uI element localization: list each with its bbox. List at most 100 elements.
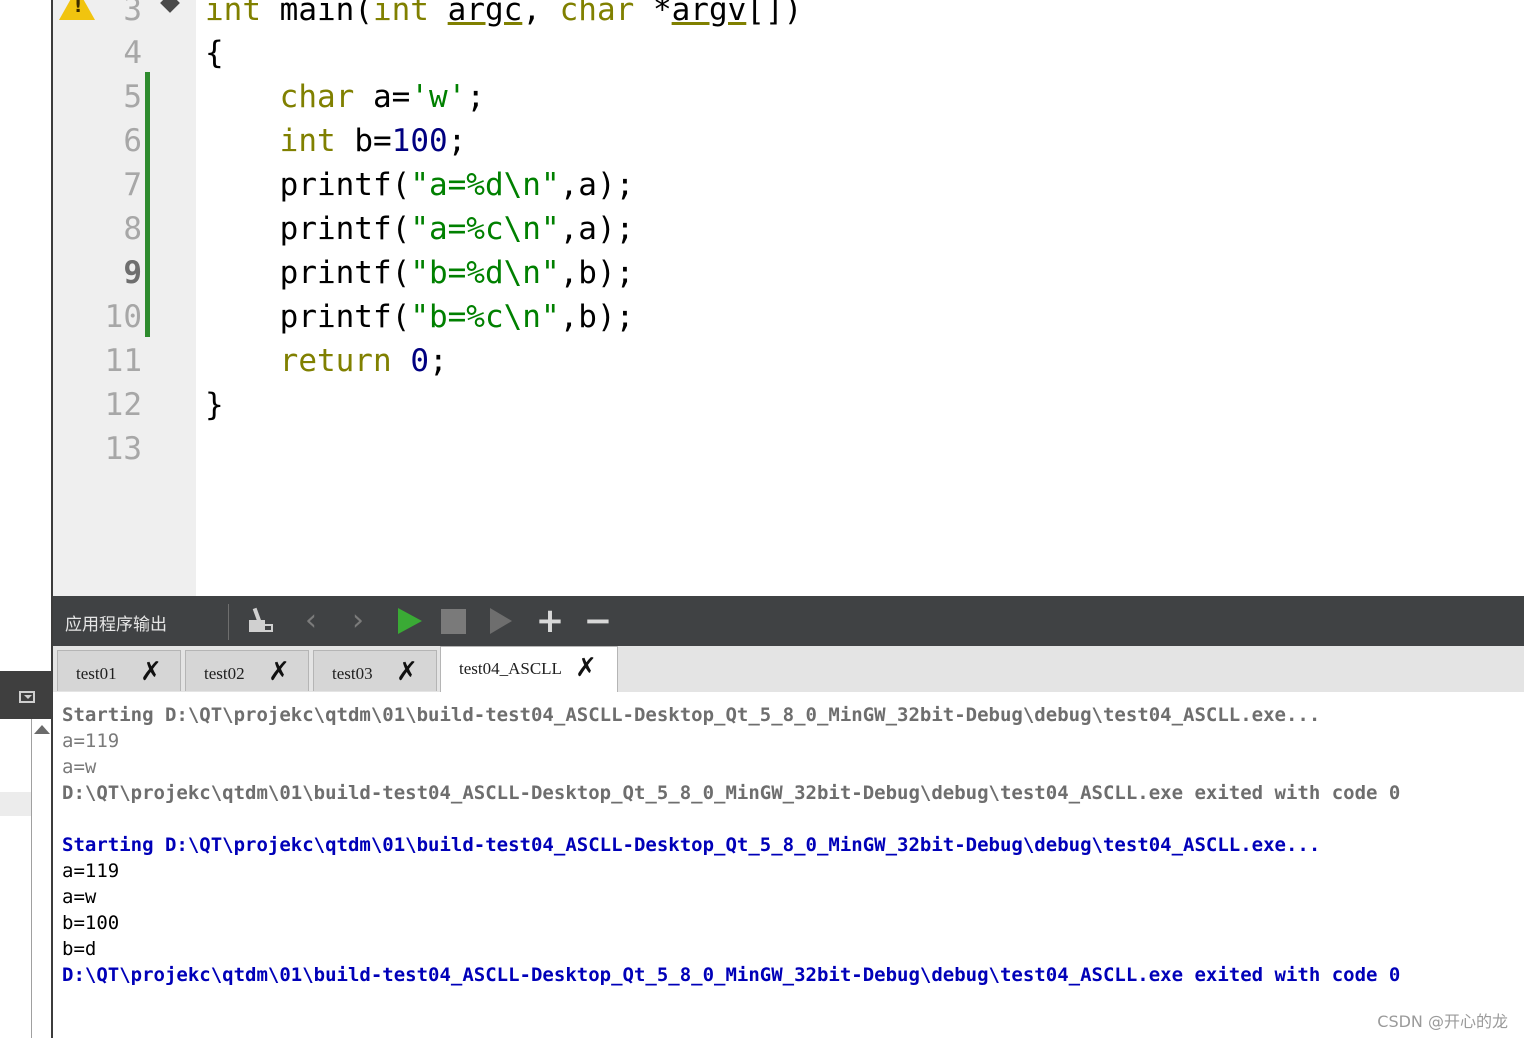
line-number: 8 (123, 211, 142, 247)
keyword: char (279, 79, 355, 115)
keyword: return (279, 343, 392, 379)
zoom-in-icon[interactable]: + (533, 604, 567, 638)
fold-marker-icon[interactable] (160, 0, 180, 13)
scroll-up-arrow-icon[interactable] (34, 725, 50, 734)
pane-title: 应用程序输出 (65, 615, 167, 635)
stop-icon[interactable] (437, 604, 471, 638)
code-text: ; (447, 123, 467, 159)
number-literal: 0 (410, 343, 429, 379)
line-number: 10 (104, 299, 142, 335)
tab-label: test04_ASCLL (459, 659, 562, 678)
panel-toggle-button[interactable] (0, 671, 52, 719)
code-text: ; (466, 79, 485, 115)
code-text: b= (335, 123, 392, 159)
output-line: b=d (62, 938, 97, 960)
close-icon[interactable]: ✗ (573, 655, 599, 681)
output-line: D:\QT\projekc\qtdm\01\build-test04_ASCLL… (62, 782, 1401, 804)
parameter: argc (447, 0, 523, 28)
side-scrollbar-thumb[interactable] (0, 792, 31, 816)
line-number: 6 (123, 123, 142, 159)
side-scrollbar[interactable] (31, 719, 32, 1038)
code-line-9[interactable]: printf("b=%d\n",b); (205, 251, 635, 295)
zoom-out-icon[interactable]: − (581, 604, 615, 638)
string-literal: "b=%c\n" (410, 299, 560, 335)
code-line-11[interactable]: return 0; (205, 339, 448, 383)
output-pane-toolbar: 应用程序输出 ‹ › + − (53, 596, 1524, 646)
punctuation: , (522, 0, 560, 28)
code-line-5[interactable]: char a='w'; (205, 75, 485, 119)
tab-label: test03 (332, 664, 373, 683)
line-number: 11 (104, 343, 142, 379)
function-call: printf( (279, 211, 411, 247)
current-line-number: 9 (123, 255, 142, 291)
string-literal: "b=%d\n" (410, 255, 560, 291)
code-text: ,a); (559, 167, 635, 203)
output-line: D:\QT\projekc\qtdm\01\build-test04_ASCLL… (62, 964, 1401, 986)
string-literal: "a=%c\n" (410, 211, 560, 247)
punctuation: []) (746, 0, 803, 28)
watermark: CSDN @开心的龙 (1377, 1012, 1508, 1031)
collapse-panel-icon (19, 691, 35, 703)
tab-test02[interactable]: test02 ✗ (185, 650, 309, 691)
close-icon[interactable]: ✗ (394, 659, 420, 685)
string-literal: "a=%d\n" (410, 167, 560, 203)
code-line-3[interactable]: int main(int argc, char *argv[]) (205, 0, 802, 32)
output-line: Starting D:\QT\projekc\qtdm\01\build-tes… (62, 704, 1321, 726)
code-line-10[interactable]: printf("b=%c\n",b); (205, 295, 635, 339)
code-text: ,b); (559, 255, 635, 291)
code-text: ,b); (559, 299, 635, 335)
run-icon[interactable] (393, 604, 427, 638)
line-number: 7 (123, 167, 142, 203)
code-line-8[interactable]: printf("a=%c\n",a); (205, 207, 635, 251)
output-line: a=w (62, 756, 97, 778)
output-line: b=100 (62, 912, 120, 934)
clean-output-icon[interactable] (245, 604, 279, 638)
close-icon[interactable]: ✗ (266, 659, 292, 685)
keyword: char (559, 0, 635, 28)
previous-icon[interactable]: ‹ (294, 604, 328, 638)
line-number: 4 (123, 35, 142, 71)
application-output[interactable]: Starting D:\QT\projekc\qtdm\01\build-tes… (53, 692, 1524, 1038)
tab-test01[interactable]: test01 ✗ (57, 650, 181, 691)
code-text: a= (354, 79, 411, 115)
code-line-7[interactable]: printf("a=%d\n",a); (205, 163, 635, 207)
code-line-4[interactable]: { (205, 31, 224, 75)
attach-debugger-icon[interactable] (485, 604, 519, 638)
output-line: a=w (62, 886, 97, 908)
function-call: printf( (279, 299, 411, 335)
tab-test04-ascll[interactable]: test04_ASCLL ✗ (440, 646, 618, 693)
next-icon[interactable]: › (341, 604, 375, 638)
keyword: int (372, 0, 429, 28)
punctuation: * (634, 0, 672, 28)
code-line-6[interactable]: int b=100; (205, 119, 467, 163)
code-editor[interactable]: ! 3 4 5 6 7 8 9 10 11 12 13 int main(int… (53, 0, 1524, 596)
line-number: 13 (104, 431, 142, 467)
output-line: Starting D:\QT\projekc\qtdm\01\build-tes… (62, 834, 1321, 856)
string-literal: 'w' (410, 79, 467, 115)
output-tab-bar: test01 ✗ test02 ✗ test03 ✗ test04_ASCLL … (53, 646, 1524, 693)
keyword: int (205, 0, 261, 28)
line-number: 5 (123, 79, 142, 115)
line-number: 12 (104, 387, 142, 423)
number-literal: 100 (391, 123, 448, 159)
close-icon[interactable]: ✗ (138, 659, 164, 685)
tab-label: test01 (76, 664, 117, 683)
code-text: ; (428, 343, 448, 379)
code-line-12[interactable]: } (205, 383, 224, 427)
tab-test03[interactable]: test03 ✗ (313, 650, 437, 691)
keyword: int (279, 123, 336, 159)
output-line: a=119 (62, 860, 120, 882)
code-text: ,a); (559, 211, 635, 247)
toolbar-separator (228, 604, 229, 640)
tab-label: test02 (204, 664, 245, 683)
function-name: main( (261, 0, 373, 28)
